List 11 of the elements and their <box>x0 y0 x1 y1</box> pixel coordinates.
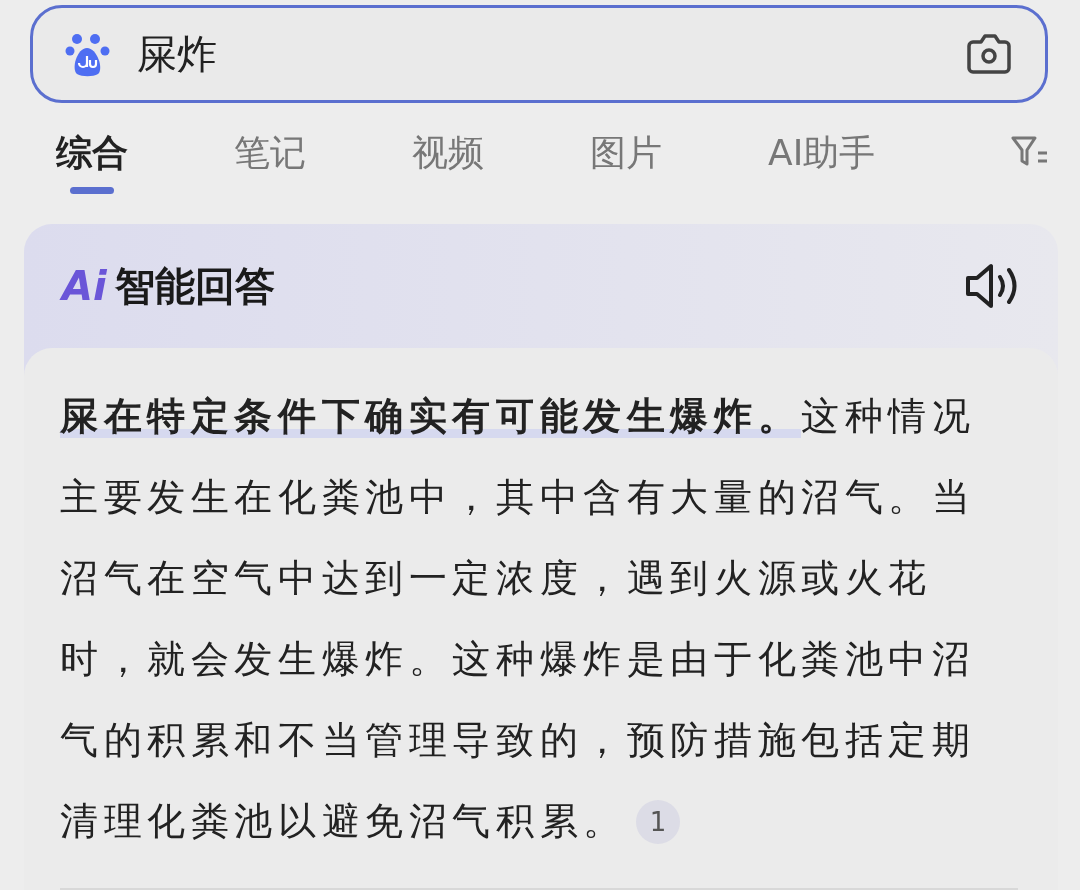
tab[interactable]: AI助手 <box>768 129 876 195</box>
tab[interactable]: 综合 <box>56 129 128 195</box>
tab[interactable]: 图片 <box>590 129 662 195</box>
tab[interactable]: 笔记 <box>234 129 306 195</box>
search-query: 屎炸 <box>137 29 218 79</box>
tab[interactable]: 视频 <box>412 129 484 195</box>
answer-title: 智能回答 <box>114 261 276 311</box>
search-field[interactable]: 屎炸 <box>30 5 1048 104</box>
paw-logo-icon <box>65 31 111 78</box>
camera-icon[interactable] <box>965 33 1013 76</box>
citation-badge[interactable]: 1 <box>636 800 680 844</box>
